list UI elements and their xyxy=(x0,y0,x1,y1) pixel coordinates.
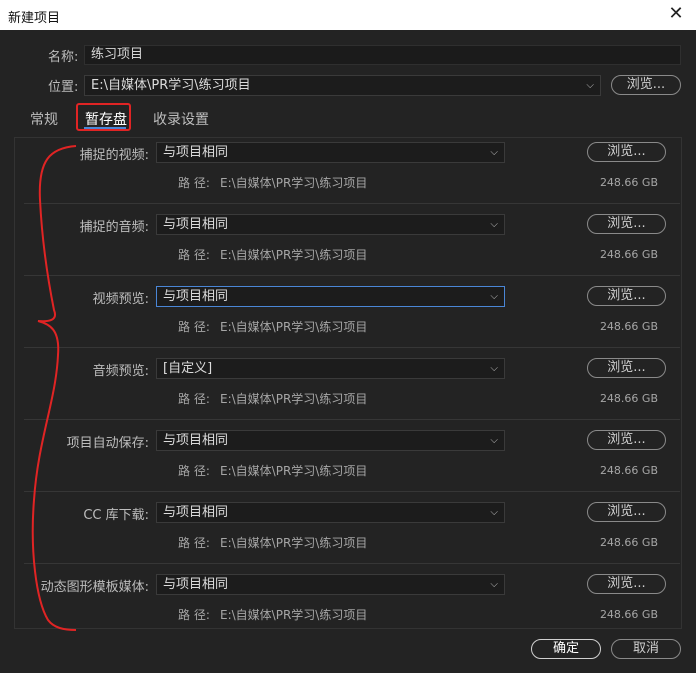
browse-button[interactable]: 浏览... xyxy=(587,214,666,234)
path-value: E:\自媒体\PR学习\练习项目 xyxy=(220,464,368,478)
dropdown-value: 与项目相同 xyxy=(163,145,229,160)
project-autosave-dropdown[interactable]: 与项目相同 ⌵ xyxy=(156,430,505,451)
row-label: 捕捉的视频: xyxy=(79,148,149,163)
path-label: 路 径: xyxy=(178,608,210,622)
browse-button[interactable]: 浏览... xyxy=(587,502,666,522)
path-value: E:\自媒体\PR学习\练习项目 xyxy=(220,320,368,334)
dropdown-value: 与项目相同 xyxy=(163,433,229,448)
path-label: 路 径: xyxy=(178,392,210,406)
close-icon[interactable]: ✕ xyxy=(664,2,688,26)
audio-preview-dropdown[interactable]: [自定义] ⌵ xyxy=(156,358,505,379)
disk-size: 248.66 GB xyxy=(599,608,658,621)
browse-button[interactable]: 浏览... xyxy=(587,358,666,378)
row-separator xyxy=(24,347,680,348)
disk-size: 248.66 GB xyxy=(599,320,658,333)
annotation-brace xyxy=(31,145,77,631)
browse-button[interactable]: 浏览... xyxy=(587,286,666,306)
cancel-button[interactable]: 取消 xyxy=(611,639,681,659)
path-label: 路 径: xyxy=(178,176,210,190)
path-label: 路 径: xyxy=(178,464,210,478)
scratch-disks-panel xyxy=(14,137,682,629)
disk-size: 248.66 GB xyxy=(599,248,658,261)
ok-button[interactable]: 确定 xyxy=(531,639,601,659)
disk-size: 248.66 GB xyxy=(599,176,658,189)
location-value: E:\自媒体\PR学习\练习项目 xyxy=(91,78,251,93)
tab-general[interactable]: 常规 xyxy=(30,109,58,129)
row-separator xyxy=(24,419,680,420)
captured-audio-dropdown[interactable]: 与项目相同 ⌵ xyxy=(156,214,505,235)
chevron-down-icon: ⌵ xyxy=(490,291,498,302)
path-label: 路 径: xyxy=(178,248,210,262)
chevron-down-icon: ⌵ xyxy=(490,363,498,374)
path-value: E:\自媒体\PR学习\练习项目 xyxy=(220,248,368,262)
video-preview-dropdown[interactable]: 与项目相同 ⌵ xyxy=(156,286,505,307)
dropdown-value: 与项目相同 xyxy=(163,577,229,592)
row-separator xyxy=(24,275,680,276)
row-label: 音频预览: xyxy=(92,364,149,379)
row-label: 捕捉的音频: xyxy=(79,220,149,235)
browse-button[interactable]: 浏览... xyxy=(587,574,666,594)
annotation-highlight-box xyxy=(76,103,131,131)
dropdown-value: 与项目相同 xyxy=(163,217,229,232)
browse-button[interactable]: 浏览... xyxy=(587,430,666,450)
disk-size: 248.66 GB xyxy=(599,392,658,405)
motion-graphics-media-dropdown[interactable]: 与项目相同 ⌵ xyxy=(156,574,505,595)
row-label: 视频预览: xyxy=(92,292,149,307)
chevron-down-icon: ⌵ xyxy=(490,219,498,230)
chevron-down-icon: ⌵ xyxy=(490,435,498,446)
row-label: CC 库下载: xyxy=(83,508,149,523)
cc-library-downloads-dropdown[interactable]: 与项目相同 ⌵ xyxy=(156,502,505,523)
name-label: 名称: xyxy=(48,50,79,65)
row-separator xyxy=(24,491,680,492)
disk-size: 248.66 GB xyxy=(599,536,658,549)
path-value: E:\自媒体\PR学习\练习项目 xyxy=(220,608,368,622)
chevron-down-icon: ⌵ xyxy=(586,80,594,91)
browse-button[interactable]: 浏览... xyxy=(587,142,666,162)
chevron-down-icon: ⌵ xyxy=(490,147,498,158)
tab-ingest-settings[interactable]: 收录设置 xyxy=(153,109,209,129)
path-value: E:\自媒体\PR学习\练习项目 xyxy=(220,392,368,406)
row-separator xyxy=(24,203,680,204)
location-browse-button[interactable]: 浏览... xyxy=(611,75,681,95)
row-separator xyxy=(24,563,680,564)
dropdown-value: [自定义] xyxy=(163,361,213,376)
disk-size: 248.66 GB xyxy=(599,464,658,477)
dropdown-value: 与项目相同 xyxy=(163,505,229,520)
dropdown-value: 与项目相同 xyxy=(163,289,229,304)
window-title: 新建项目 xyxy=(8,11,61,26)
path-value: E:\自媒体\PR学习\练习项目 xyxy=(220,536,368,550)
path-label: 路 径: xyxy=(178,536,210,550)
chevron-down-icon: ⌵ xyxy=(490,507,498,518)
path-label: 路 径: xyxy=(178,320,210,334)
location-label: 位置: xyxy=(48,80,79,95)
title-bar: 新建项目 ✕ xyxy=(0,0,696,30)
path-value: E:\自媒体\PR学习\练习项目 xyxy=(220,176,368,190)
chevron-down-icon: ⌵ xyxy=(490,579,498,590)
captured-video-dropdown[interactable]: 与项目相同 ⌵ xyxy=(156,142,505,163)
location-dropdown[interactable]: E:\自媒体\PR学习\练习项目 ⌵ xyxy=(84,75,601,96)
name-input[interactable]: 练习项目 xyxy=(84,45,681,65)
